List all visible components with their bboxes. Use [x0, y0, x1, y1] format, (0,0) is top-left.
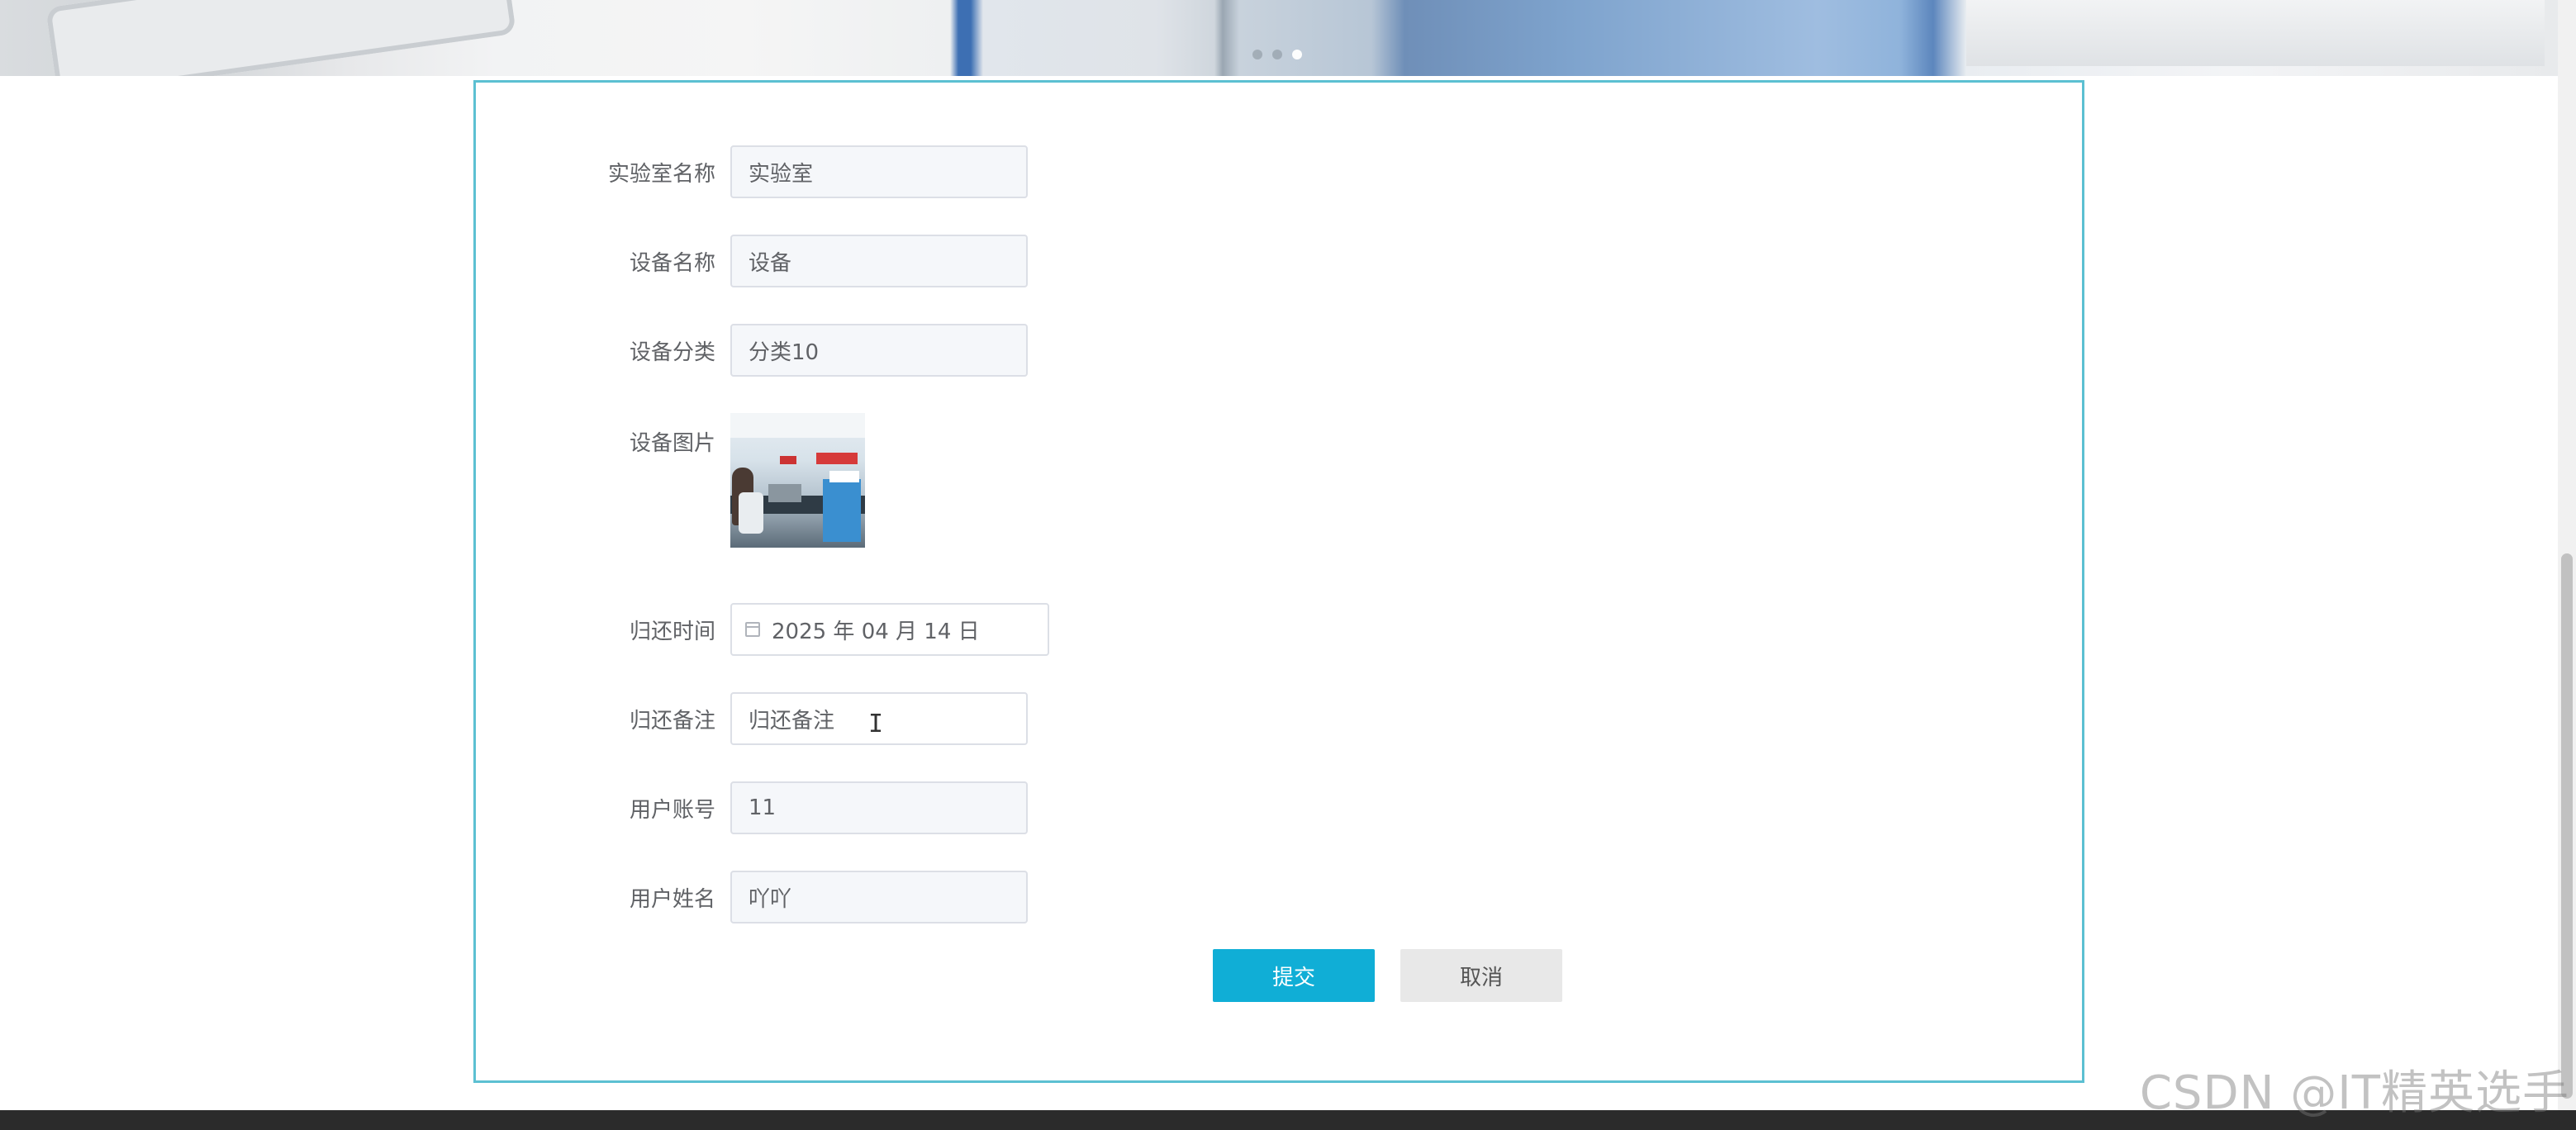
photo-lab-coat: [739, 492, 763, 534]
photo-red-sign: [780, 456, 796, 464]
device-name-label: 设备名称: [629, 250, 715, 276]
device-image-thumbnail[interactable]: [730, 413, 865, 548]
device-category-input[interactable]: 分类10: [730, 324, 1028, 377]
photo-ceiling: [730, 413, 865, 438]
carousel-dot-2[interactable]: [1272, 50, 1282, 59]
user-name-label: 用户姓名: [629, 886, 715, 912]
form-row-return-time: 归还时间 2025 年 04 月 14 日: [476, 603, 1049, 656]
form-row-user-account: 用户账号 11: [476, 781, 1028, 834]
lab-name-input[interactable]: 实验室: [730, 145, 1028, 198]
device-name-input[interactable]: 设备: [730, 235, 1028, 287]
photo-machine: [768, 484, 801, 502]
carousel-dot-3[interactable]: [1292, 50, 1302, 59]
form-row-device-name: 设备名称 设备: [476, 235, 1028, 287]
scrollbar-thumb[interactable]: [2561, 553, 2573, 1099]
return-time-value: 2025 年 04 月 14 日: [772, 619, 980, 644]
carousel-indicators: [1252, 50, 1302, 59]
photo-white-box: [829, 471, 859, 482]
banner-device-shape: [45, 0, 516, 76]
form-row-return-note: 归还备注 归还备注: [476, 692, 1028, 745]
watermark-text: CSDN @IT精英选手: [2139, 1066, 2569, 1120]
cancel-button[interactable]: 取消: [1400, 949, 1562, 1002]
return-note-label: 归还备注: [629, 708, 715, 734]
photo-blue-container: [823, 479, 861, 542]
form-row-user-name: 用户姓名 吖吖: [476, 871, 1028, 923]
lab-name-label: 实验室名称: [607, 161, 715, 187]
return-form-panel: 实验室名称 实验室 设备名称 设备 设备分类 分类10 设备图片 归还时间 20…: [473, 80, 2084, 1083]
submit-button[interactable]: 提交: [1213, 949, 1375, 1002]
form-row-lab-name: 实验室名称 实验室: [476, 145, 1028, 198]
photo-red-cabinet: [816, 453, 858, 464]
device-image-label: 设备图片: [629, 431, 715, 456]
page-scrollbar[interactable]: [2558, 0, 2576, 1115]
calendar-icon: [745, 622, 760, 637]
top-banner-carousel: [0, 0, 2558, 76]
user-name-input[interactable]: 吖吖: [730, 871, 1028, 923]
banner-equipment-shape: [1966, 0, 2545, 66]
device-category-label: 设备分类: [629, 339, 715, 365]
text-cursor-icon: I: [868, 710, 884, 738]
return-time-date-picker[interactable]: 2025 年 04 月 14 日: [730, 603, 1049, 656]
form-row-device-image: 设备图片: [476, 413, 865, 548]
carousel-dot-1[interactable]: [1252, 50, 1262, 59]
user-account-label: 用户账号: [629, 797, 715, 823]
form-row-device-category: 设备分类 分类10: [476, 324, 1028, 377]
user-account-input[interactable]: 11: [730, 781, 1028, 834]
return-time-label: 归还时间: [629, 619, 715, 644]
